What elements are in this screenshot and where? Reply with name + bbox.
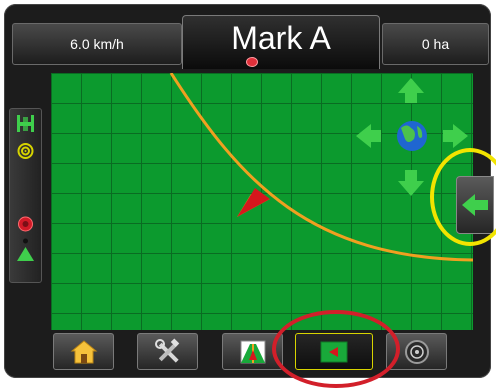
status-bar: 6.0 km/h Mark A 0 ha (12, 15, 489, 69)
guidance-view-icon (240, 340, 265, 363)
vehicle-position-icon (237, 188, 270, 217)
highlight-circle-red (272, 310, 400, 388)
tools-icon (154, 337, 179, 363)
map-view[interactable] (51, 73, 473, 330)
pan-down-arrow-icon[interactable] (398, 170, 424, 196)
guideline-arc (169, 73, 473, 262)
bottom-toolbar (50, 331, 474, 371)
target-rings-icon[interactable] (17, 143, 34, 159)
rtk-gauge-icon (404, 339, 429, 364)
pan-left-arrow-icon[interactable] (356, 124, 381, 148)
guideline-title[interactable]: Mark A (182, 15, 380, 69)
steering-wheel-icon[interactable] (18, 216, 33, 232)
status-led-icon (246, 57, 258, 67)
left-tool-panel (9, 108, 42, 283)
vehicle-marker-icon[interactable] (17, 238, 34, 262)
speed-readout: 6.0 km/h (12, 23, 182, 65)
console-screen: 6.0 km/h Mark A 0 ha (0, 0, 496, 388)
globe-icon[interactable] (397, 121, 427, 151)
implement-bar-icon[interactable] (17, 115, 34, 132)
tab-home[interactable] (53, 333, 114, 370)
home-icon (70, 339, 97, 363)
pan-right-arrow-icon[interactable] (443, 124, 468, 148)
pan-up-arrow-icon[interactable] (398, 78, 424, 103)
tab-tools[interactable] (137, 333, 198, 370)
area-readout: 0 ha (382, 23, 489, 65)
